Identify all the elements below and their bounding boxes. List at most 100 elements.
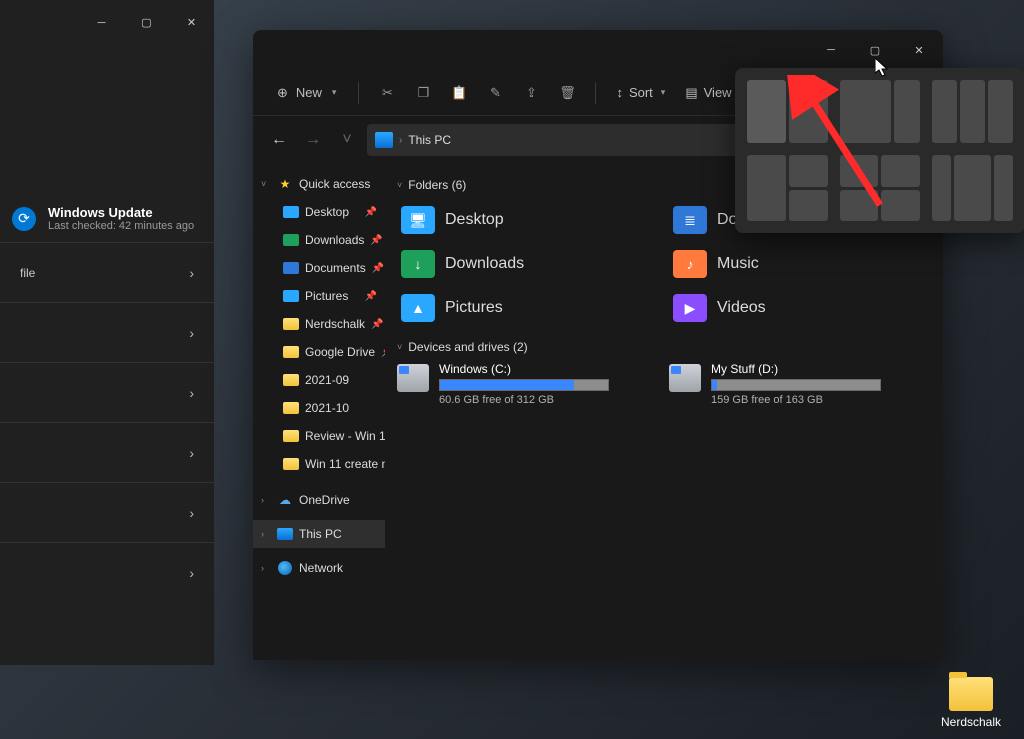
folder-item[interactable]: ↓ Downloads xyxy=(397,244,659,284)
cloud-icon: ☁ xyxy=(277,492,293,508)
this-pc-icon xyxy=(277,528,293,540)
settings-item[interactable]: › xyxy=(0,422,214,482)
nav-desktop[interactable]: Desktop📌 xyxy=(253,198,385,226)
snap-zone[interactable] xyxy=(988,80,1013,143)
up-button[interactable]: ˅ xyxy=(333,126,361,154)
snap-zone[interactable] xyxy=(881,190,920,222)
content-pane: ˅ Folders (6) 🖥Desktop≣Documents↓Downloa… xyxy=(385,164,943,660)
folder-icon xyxy=(949,677,993,711)
rename-button[interactable]: ✎ xyxy=(479,77,511,109)
drive-icon xyxy=(397,364,429,392)
snap-zone[interactable] xyxy=(932,80,957,143)
back-button[interactable]: ← xyxy=(265,126,293,154)
folder-icon: ↓ xyxy=(401,250,435,278)
folder-item[interactable]: 🖥Desktop xyxy=(397,200,659,240)
windows-update-row[interactable]: ⟳ Windows Update Last checked: 42 minute… xyxy=(0,195,214,242)
minimize-button[interactable]: ─ xyxy=(809,31,853,69)
close-button[interactable]: ✕ xyxy=(897,31,941,69)
drive-usage-bar xyxy=(439,379,609,391)
snap-zone[interactable] xyxy=(840,190,879,222)
folder-icon xyxy=(283,458,299,470)
folder-item[interactable]: ▶Videos xyxy=(669,288,931,328)
nav-documents[interactable]: Documents📌 xyxy=(253,254,385,282)
pin-icon: 📌 xyxy=(371,319,383,330)
snap-zone[interactable] xyxy=(789,155,828,187)
new-button[interactable]: ⊕ New ▾ xyxy=(267,79,346,107)
nav-folder[interactable]: Review - Win 11 st xyxy=(253,422,385,450)
snap-layout-option[interactable] xyxy=(930,153,1015,223)
pin-icon: 📌 xyxy=(370,235,382,246)
delete-button[interactable]: 🗑 xyxy=(551,77,583,109)
nav-pictures[interactable]: Pictures📌 xyxy=(253,282,385,310)
nav-network[interactable]: › Network xyxy=(253,554,385,582)
nav-downloads[interactable]: Downloads📌 xyxy=(253,226,385,254)
folder-item[interactable]: ▲Pictures xyxy=(397,288,659,328)
close-button[interactable]: ✕ xyxy=(169,0,214,45)
nav-folder[interactable]: Win 11 create new xyxy=(253,450,385,478)
settings-item[interactable]: › xyxy=(0,362,214,422)
network-icon xyxy=(278,561,292,575)
chevron-down-icon: ˅ xyxy=(397,342,402,352)
sort-button[interactable]: ↕Sort▾ xyxy=(608,79,673,106)
folder-label: Pictures xyxy=(445,299,503,317)
snap-zone[interactable] xyxy=(994,155,1013,221)
settings-item[interactable]: › xyxy=(0,302,214,362)
nav-this-pc[interactable]: › This PC xyxy=(253,520,385,548)
cut-button[interactable]: ✂ xyxy=(371,77,403,109)
folder-label: Downloads xyxy=(445,255,524,273)
snap-zone[interactable] xyxy=(932,155,951,221)
nav-folder[interactable]: 2021-09 xyxy=(253,366,385,394)
desktop-shortcut[interactable]: Nerdschalk xyxy=(936,677,1006,729)
snap-zone[interactable] xyxy=(747,80,786,143)
maximize-button[interactable]: ▢ xyxy=(124,0,169,45)
snap-layout-option[interactable] xyxy=(745,78,830,145)
chevron-right-icon: › xyxy=(261,563,271,573)
nav-folder[interactable]: Nerdschalk📌 xyxy=(253,310,385,338)
copy-button[interactable]: ❐ xyxy=(407,77,439,109)
this-pc-icon xyxy=(375,132,393,148)
chevron-right-icon: › xyxy=(399,135,402,146)
windows-update-subtitle: Last checked: 42 minutes ago xyxy=(48,220,194,232)
maximize-button[interactable]: ▢ xyxy=(853,31,897,69)
minimize-button[interactable]: ─ xyxy=(79,0,124,45)
rename-icon: ✎ xyxy=(490,85,501,101)
folder-label: Music xyxy=(717,255,759,273)
chevron-down-icon: ▾ xyxy=(661,87,666,98)
settings-item[interactable]: › xyxy=(0,542,214,602)
settings-item[interactable]: › xyxy=(0,482,214,542)
settings-window: ─ ▢ ✕ ⟳ Windows Update Last checked: 42 … xyxy=(0,0,214,665)
snap-zone[interactable] xyxy=(881,155,920,187)
chevron-right-icon: › xyxy=(189,325,194,341)
snap-zone[interactable] xyxy=(747,155,786,221)
star-icon: ★ xyxy=(277,176,293,192)
snap-layout-option[interactable] xyxy=(838,78,923,145)
cut-icon: ✂ xyxy=(382,85,393,101)
sync-icon: ⟳ xyxy=(12,207,36,231)
snap-zone[interactable] xyxy=(840,155,879,187)
snap-zone[interactable] xyxy=(789,190,828,222)
nav-onedrive[interactable]: › ☁ OneDrive xyxy=(253,486,385,514)
snap-layout-option[interactable] xyxy=(930,78,1015,145)
snap-zone[interactable] xyxy=(960,80,985,143)
snap-zone[interactable] xyxy=(954,155,991,221)
sort-icon: ↕ xyxy=(616,85,623,100)
chevron-down-icon: ˅ xyxy=(261,179,271,189)
forward-button[interactable]: → xyxy=(299,126,327,154)
settings-item[interactable]: file› xyxy=(0,242,214,302)
folder-icon xyxy=(283,346,299,358)
drive-item[interactable]: Windows (C:)60.6 GB free of 312 GB xyxy=(397,362,659,406)
snap-zone[interactable] xyxy=(840,80,892,143)
snap-zone[interactable] xyxy=(894,80,920,143)
nav-folder[interactable]: Google Drive📌 xyxy=(253,338,385,366)
paste-button[interactable]: 📋 xyxy=(443,77,475,109)
snap-zone[interactable] xyxy=(789,80,828,143)
nav-quick-access[interactable]: ˅ ★ Quick access xyxy=(253,170,385,198)
snap-layout-option[interactable] xyxy=(745,153,830,223)
nav-folder[interactable]: 2021-10 xyxy=(253,394,385,422)
folder-item[interactable]: ♪Music xyxy=(669,244,931,284)
share-button[interactable]: ⇪ xyxy=(515,77,547,109)
snap-layout-option[interactable] xyxy=(838,153,923,223)
drive-item[interactable]: My Stuff (D:)159 GB free of 163 GB xyxy=(669,362,931,406)
folder-icon xyxy=(283,430,299,442)
drives-group-header[interactable]: ˅ Devices and drives (2) xyxy=(397,340,931,354)
